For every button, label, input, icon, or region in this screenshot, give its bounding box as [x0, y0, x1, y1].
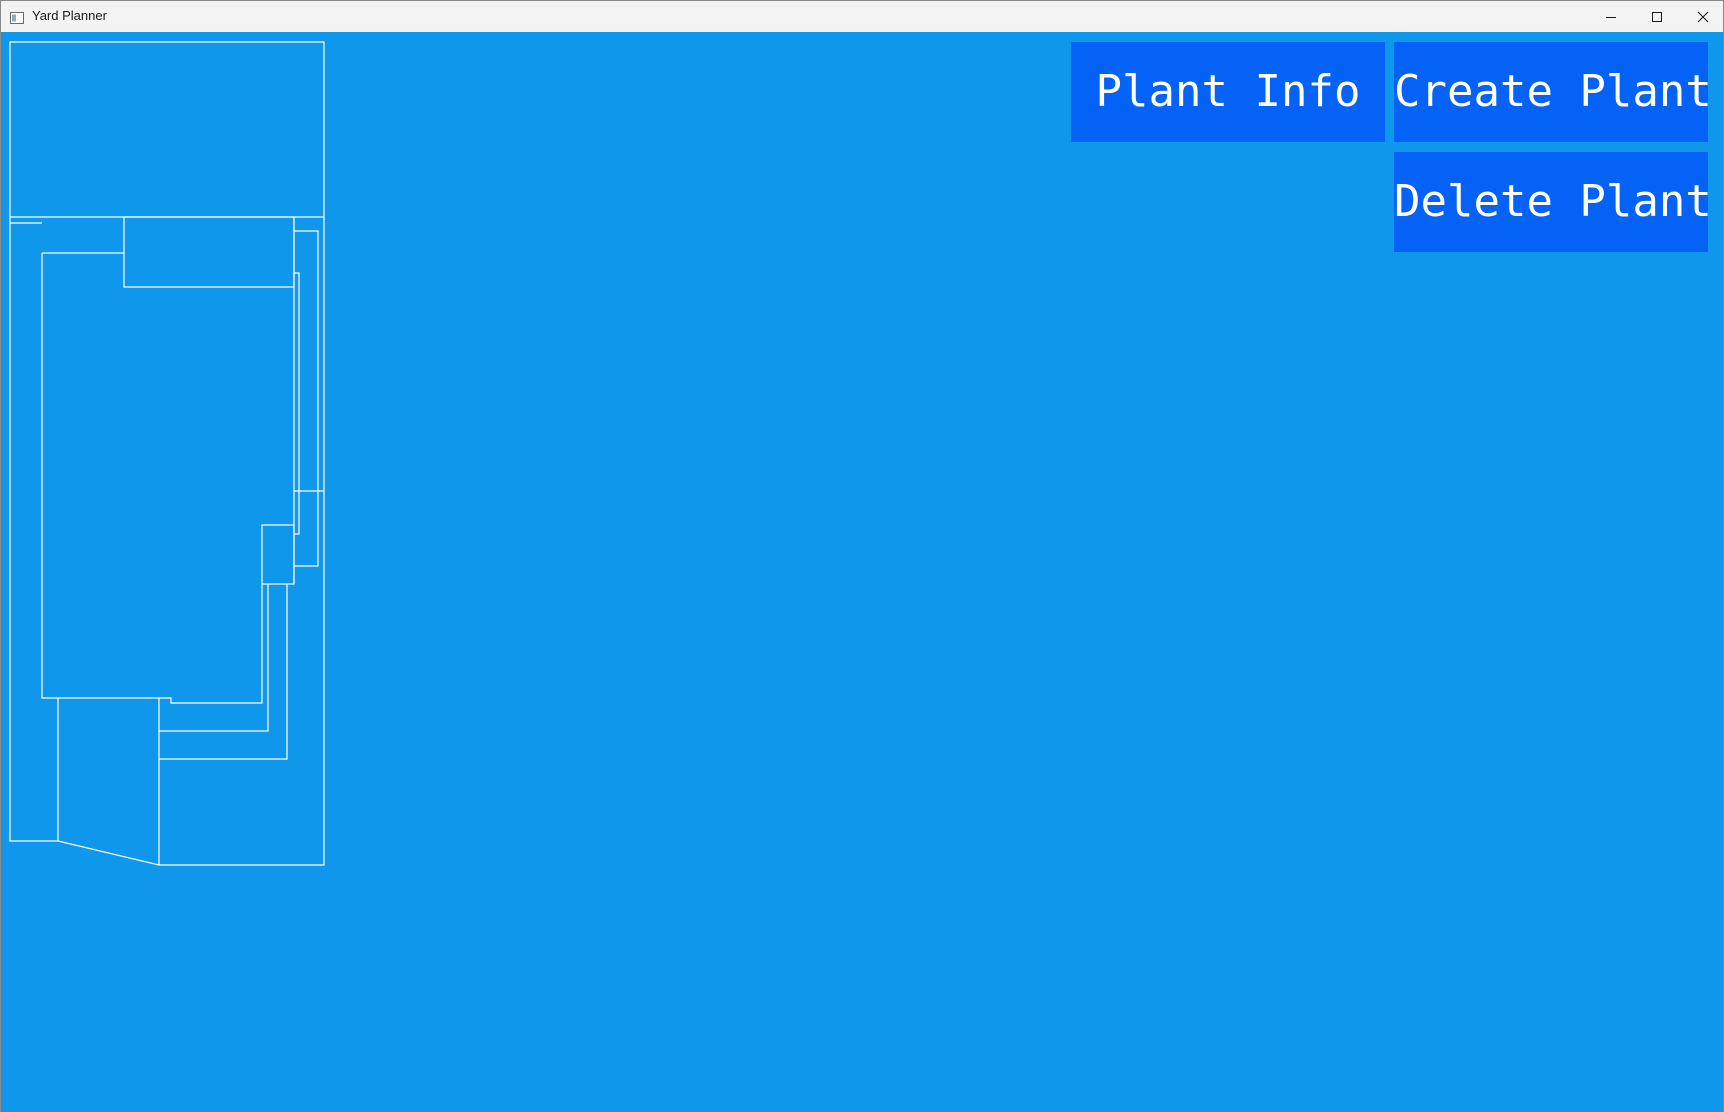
delete-plant-button[interactable]: Delete Plant — [1394, 152, 1712, 252]
planner-canvas[interactable]: Plant Info Create Plant Delete Plant — [1, 32, 1723, 1112]
minimize-button[interactable] — [1588, 1, 1634, 32]
minimize-icon — [1606, 17, 1616, 18]
app-icon — [10, 9, 24, 24]
side-strip-outer — [294, 230, 319, 567]
title-bar[interactable]: Yard Planner — [1, 1, 1723, 33]
property-boundary — [9, 41, 325, 866]
close-button[interactable] — [1680, 1, 1724, 32]
yard-map[interactable] — [9, 41, 327, 877]
close-icon — [1697, 11, 1709, 23]
house-outline — [41, 253, 263, 704]
create-plant-button[interactable]: Create Plant — [1394, 42, 1712, 142]
maximize-button[interactable] — [1634, 1, 1680, 32]
garage-rect — [123, 216, 295, 288]
plant-info-button[interactable]: Plant Info — [1071, 42, 1385, 142]
walkway-inner — [158, 584, 269, 732]
yard-planner-window: Yard Planner Plant Info Create Plant Del… — [0, 0, 1724, 1112]
side-strip-inner — [294, 272, 300, 535]
small-box — [261, 524, 295, 585]
window-title: Yard Planner — [32, 8, 107, 23]
maximize-icon — [1652, 12, 1662, 22]
